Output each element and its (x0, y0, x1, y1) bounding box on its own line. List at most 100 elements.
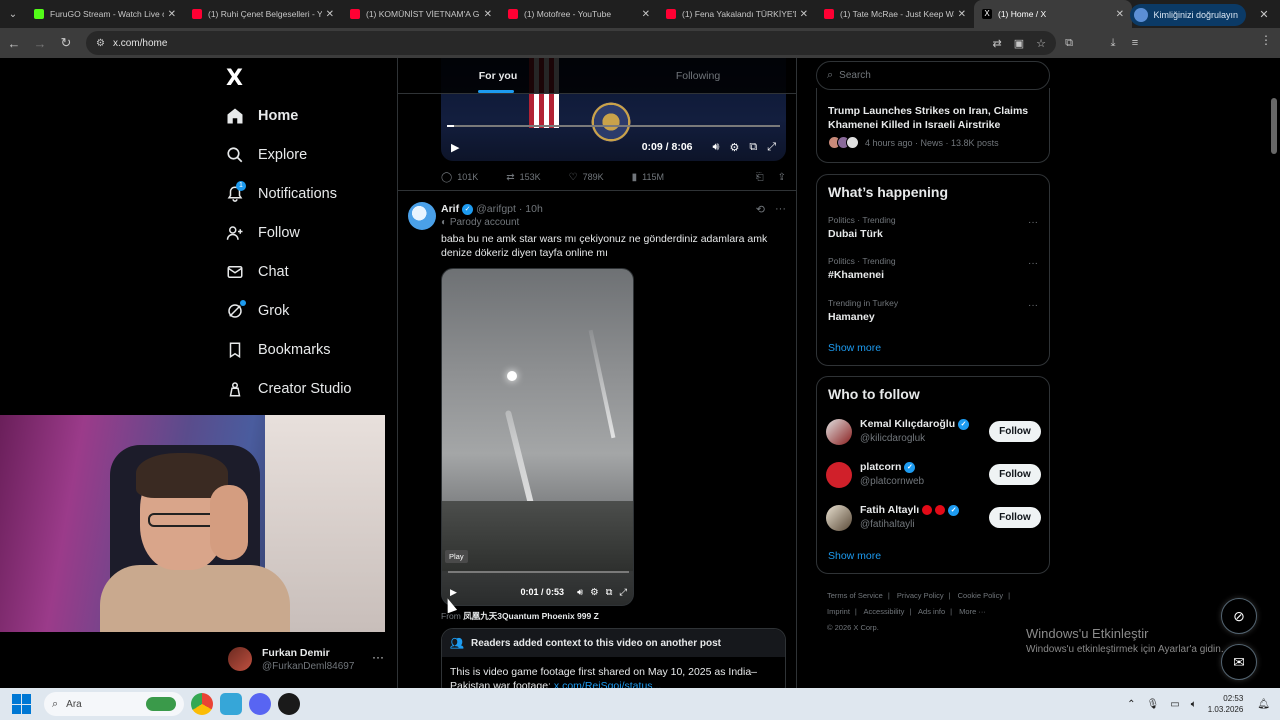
from-source[interactable]: 凤凰九天3Quantum Phoenix 999 Z (463, 611, 599, 621)
app-icon[interactable] (220, 693, 242, 715)
browser-tab[interactable]: (1) Ruhi Çenet Belgeselleri - You ✕ (184, 0, 342, 28)
footer-link[interactable]: Accessibility (864, 607, 905, 616)
settings-icon[interactable]: ⚙ (729, 141, 739, 154)
chevron-up-icon[interactable]: ⌃ (1127, 699, 1135, 710)
author-name[interactable]: Arif (441, 203, 459, 215)
taskbar-search[interactable]: ⌕ Ara (44, 692, 184, 716)
trend-item[interactable]: Politics · Trending #Khamenei ··· (828, 256, 1038, 281)
search-input[interactable]: ⌕ Search (816, 61, 1050, 90)
x-logo[interactable]: X (226, 66, 243, 91)
media-control-icon[interactable]: ≡ (1124, 37, 1146, 49)
browser-tab-active[interactable]: X (1) Home / X ✕ (974, 0, 1132, 28)
bookmark-star-icon[interactable]: ☆ (1036, 37, 1046, 50)
follow-suggestion[interactable]: platcorn ✓ @platcornweb Follow (826, 456, 1041, 492)
nav-bookmarks[interactable]: Bookmarks (226, 336, 331, 364)
pip-icon[interactable]: ⧉ (749, 141, 757, 154)
follow-button[interactable]: Follow (989, 421, 1041, 442)
browser-tab[interactable]: (1) KOMÜNİST VİETNAM'A GEL ✕ (342, 0, 500, 28)
tab-search-button[interactable]: ⌄ (0, 0, 26, 28)
news-card[interactable]: Trump Launches Strikes on Iran, Claims K… (816, 88, 1050, 163)
author-handle[interactable]: @arifgpt (476, 203, 516, 215)
scrollbar-thumb[interactable] (1271, 98, 1277, 154)
account-switcher[interactable]: Furkan Demir @FurkanDeml84697 ··· (228, 640, 388, 678)
repost-button[interactable]: ⇄ 153K (506, 172, 540, 183)
install-app-icon[interactable]: ▣ (1014, 37, 1024, 50)
footer-link[interactable]: Terms of Service (827, 591, 883, 600)
footer-link[interactable]: Privacy Policy (897, 591, 944, 600)
footer-link[interactable]: Cookie Policy (958, 591, 1003, 600)
nav-creator-studio[interactable]: Creator Studio (226, 375, 352, 403)
browser-tab[interactable]: (1) Fena Yakalandı TÜRKİYE'DE ✕ (658, 0, 816, 28)
trend-item[interactable]: Trending in Turkey Hamaney ··· (828, 298, 1038, 323)
close-tab-icon[interactable]: ✕ (484, 9, 492, 20)
footer-link[interactable]: Imprint (827, 607, 850, 616)
nav-explore[interactable]: Explore (226, 141, 307, 169)
download-icon[interactable]: ⤓ (1102, 37, 1124, 50)
more-icon[interactable]: ··· (372, 650, 384, 664)
close-tab-icon[interactable]: ✕ (168, 9, 176, 20)
browser-tab[interactable]: (1) Tate McRae - Just Keep Wat ✕ (816, 0, 974, 28)
more-icon[interactable]: ··· (1028, 258, 1038, 269)
views-button[interactable]: ▮ 115M (632, 172, 664, 183)
discord-icon[interactable] (249, 693, 271, 715)
more-icon[interactable]: ··· (1028, 217, 1038, 228)
volume-icon[interactable]: 🔈︎ (1191, 699, 1197, 710)
browser-tab[interactable]: FuruGO Stream - Watch Live on ✕ (26, 0, 184, 28)
browser-menu-icon[interactable]: ⋮ (1260, 33, 1272, 47)
post-age[interactable]: 10h (525, 203, 543, 215)
address-bar[interactable]: ⚙ x.com/home ⇄ ▣ ☆ (86, 31, 1056, 55)
more-icon[interactable]: ··· (1028, 300, 1038, 311)
footer-link[interactable]: Ads info (918, 607, 945, 616)
translate-icon[interactable]: ⇄ (993, 37, 1002, 50)
show-more-link[interactable]: Show more (828, 342, 881, 354)
note-link[interactable]: x.com/ReiSgoi/status... (554, 680, 661, 688)
close-window-icon[interactable]: ✕ (1248, 0, 1280, 28)
pip-icon[interactable]: ⧉ (606, 587, 613, 598)
volume-icon[interactable]: 🔊︎ (713, 141, 720, 154)
nav-chat[interactable]: Chat (226, 258, 289, 286)
video-player-2[interactable]: Play ▶ 0:01 / 0:53 🔊︎ ⚙ ⧉ ⤢ (441, 268, 634, 606)
like-button[interactable]: ♡ 789K (569, 172, 604, 183)
chrome-icon[interactable] (191, 693, 213, 715)
follow-suggestion[interactable]: Fatih Altaylı ✓ @fatihaltayli Follow (826, 499, 1041, 535)
extensions-icon[interactable]: ⧉ (1058, 37, 1080, 50)
profile-button[interactable]: Kimliğinizi doğrulayın (1130, 4, 1246, 26)
avatar[interactable] (408, 202, 436, 230)
nav-grok[interactable]: Grok (226, 297, 289, 325)
network-icon[interactable]: ▭ (1170, 699, 1179, 710)
clock[interactable]: 02:53 1.03.2026 (1208, 693, 1244, 715)
follow-suggestion[interactable]: Kemal Kılıçdaroğlu ✓ @kilicdarogluk Follo… (826, 413, 1041, 449)
volume-icon[interactable]: 🔊︎ (577, 587, 583, 598)
play-icon[interactable]: ▶ (451, 141, 459, 154)
close-tab-icon[interactable]: ✕ (326, 9, 334, 20)
share-icon[interactable]: ⇪ (778, 172, 786, 183)
fullscreen-icon[interactable]: ⤢ (767, 141, 776, 154)
close-tab-icon[interactable]: ✕ (642, 9, 650, 20)
grok-explain-icon[interactable]: ⟲ (756, 203, 765, 216)
microphone-icon[interactable]: 🎙︎ (1147, 699, 1160, 710)
close-tab-icon[interactable]: ✕ (800, 9, 808, 20)
footer-link[interactable]: More ··· (959, 607, 986, 616)
tab-for-you[interactable]: For you (398, 58, 598, 93)
close-tab-icon[interactable]: ✕ (1116, 9, 1124, 20)
settings-icon[interactable]: ⚙ (590, 587, 599, 598)
messages-fab-button[interactable]: ✉ (1221, 644, 1257, 680)
close-tab-icon[interactable]: ✕ (958, 9, 966, 20)
grok-fab-button[interactable]: ⊘ (1221, 598, 1257, 634)
follow-button[interactable]: Follow (989, 507, 1041, 528)
community-note[interactable]: 👥︎ Readers added context to this video on… (441, 628, 786, 688)
follow-button[interactable]: Follow (989, 464, 1041, 485)
trend-item[interactable]: Politics · Trending Dubai Türk ··· (828, 215, 1038, 240)
nav-follow[interactable]: Follow (226, 219, 300, 247)
bookmark-icon[interactable]: ⎗ (756, 172, 764, 183)
more-icon[interactable]: ··· (775, 203, 786, 215)
show-more-link[interactable]: Show more (828, 550, 881, 562)
nav-notifications[interactable]: 1 Notifications (226, 180, 337, 208)
browser-tab[interactable]: (1) Motofree - YouTube ✕ (500, 0, 658, 28)
windows-start-icon[interactable] (12, 694, 32, 714)
fullscreen-icon[interactable]: ⤢ (619, 587, 627, 598)
site-info-icon[interactable]: ⚙ (96, 38, 105, 49)
notification-bell-icon[interactable]: 🔔︎ (1257, 699, 1270, 710)
reload-icon[interactable]: ↻ (54, 31, 78, 55)
forward-icon[interactable]: → (28, 31, 52, 55)
